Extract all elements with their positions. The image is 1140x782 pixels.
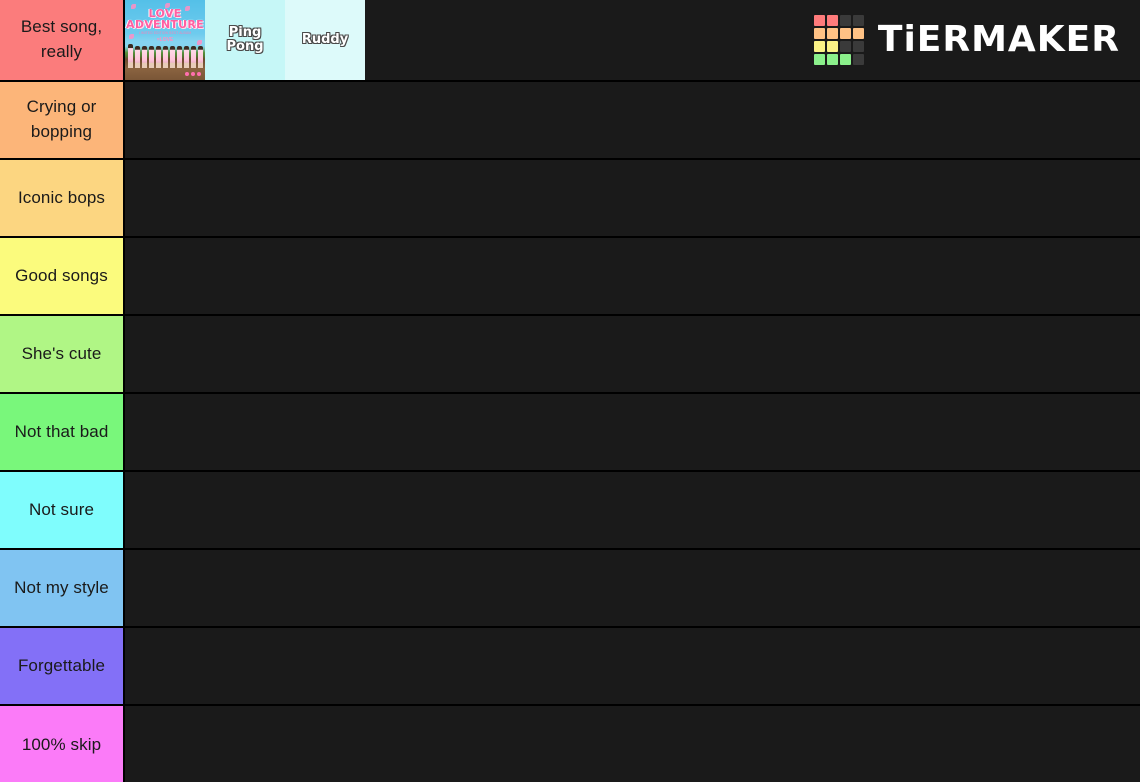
tier-item-label: Ping Pong: [226, 24, 264, 54]
tier-items-row-9[interactable]: [125, 628, 1140, 704]
logo-cell: [852, 41, 864, 52]
logo-cell: [813, 15, 825, 26]
tier-row: Good songs: [0, 238, 1140, 316]
tier-label-7[interactable]: Not sure: [0, 472, 125, 548]
tier-label-8[interactable]: Not my style: [0, 550, 125, 626]
figure-silhouette: [128, 44, 133, 68]
tier-label-6[interactable]: Not that bad: [0, 394, 125, 470]
tier-row: Not that bad: [0, 394, 1140, 472]
tier-items-row-10[interactable]: [125, 706, 1140, 782]
figure-silhouette: [198, 46, 203, 68]
logo-cell: [813, 54, 825, 65]
tier-label-5[interactable]: She's cute: [0, 316, 125, 392]
figure-silhouette: [142, 46, 147, 68]
tier-items-row-2[interactable]: [125, 82, 1140, 158]
album-title: LOVE ADVENTURE: [126, 7, 204, 31]
tier-label-9[interactable]: Forgettable: [0, 628, 125, 704]
tier-label-10[interactable]: 100% skip: [0, 706, 125, 782]
logo-cell: [839, 15, 851, 26]
tier-items-row-5[interactable]: [125, 316, 1140, 392]
dot-icon: [185, 72, 189, 76]
tier-items-row-6[interactable]: [125, 394, 1140, 470]
tier-items-row-3[interactable]: [125, 160, 1140, 236]
tier-list-board: Best song, really LOVE ADVENTURE LIMITED E…: [0, 0, 1140, 782]
logo-cell: [839, 54, 851, 65]
tier-items-row-1[interactable]: LOVE ADVENTURE LIMITED EDITION BEST ALBUM…: [125, 0, 1140, 80]
dot-icon: [197, 72, 201, 76]
tier-row: Iconic bops: [0, 160, 1140, 238]
figure-silhouette: [156, 46, 161, 68]
tier-row: 100% skip: [0, 706, 1140, 782]
album-artist-logo: =LOVE: [156, 37, 174, 43]
logo-cell: [813, 28, 825, 39]
tier-row: Best song, really LOVE ADVENTURE LIMITED E…: [0, 0, 1140, 82]
tier-items-row-7[interactable]: [125, 472, 1140, 548]
tier-item-text[interactable]: Ruddy: [285, 0, 365, 80]
logo-cell: [826, 28, 838, 39]
logo-cell: [839, 28, 851, 39]
figure-silhouette: [149, 46, 154, 68]
logo-cell: [852, 54, 864, 65]
logo-cell: [826, 41, 838, 52]
figure-silhouette: [177, 46, 182, 68]
figure-silhouette: [163, 46, 168, 68]
figure-silhouette: [135, 46, 140, 68]
logo-cell: [813, 41, 825, 52]
album-figures: [128, 44, 203, 68]
tier-item-label: Ruddy: [301, 31, 349, 47]
album-dots-icon: [185, 72, 201, 76]
logo-cell: [826, 15, 838, 26]
tier-row: Not my style: [0, 550, 1140, 628]
figure-silhouette: [170, 46, 175, 68]
album-subtitle: LIMITED EDITION BEST ALBUM: [138, 31, 192, 35]
tier-item-album-cover[interactable]: LOVE ADVENTURE LIMITED EDITION BEST ALBUM…: [125, 0, 205, 80]
figure-silhouette: [184, 46, 189, 68]
tier-row: Crying or bopping: [0, 82, 1140, 160]
tier-item-text[interactable]: Ping Pong: [205, 0, 285, 80]
tier-label-2[interactable]: Crying or bopping: [0, 82, 125, 158]
tiermaker-logo[interactable]: TiERMAKER: [813, 15, 1120, 65]
logo-cell: [852, 15, 864, 26]
tier-row: Forgettable: [0, 628, 1140, 706]
dot-icon: [191, 72, 195, 76]
logo-cell: [839, 41, 851, 52]
tier-items-row-8[interactable]: [125, 550, 1140, 626]
figure-silhouette: [191, 46, 196, 68]
tier-label-4[interactable]: Good songs: [0, 238, 125, 314]
tier-label-1[interactable]: Best song, really: [0, 0, 125, 80]
logo-cell: [826, 54, 838, 65]
brand-wordmark: TiERMAKER: [877, 19, 1120, 60]
tier-items-row-4[interactable]: [125, 238, 1140, 314]
tier-label-3[interactable]: Iconic bops: [0, 160, 125, 236]
tier-row: Not sure: [0, 472, 1140, 550]
logo-cell: [852, 28, 864, 39]
tier-row: She's cute: [0, 316, 1140, 394]
logo-grid-icon: [813, 15, 864, 65]
